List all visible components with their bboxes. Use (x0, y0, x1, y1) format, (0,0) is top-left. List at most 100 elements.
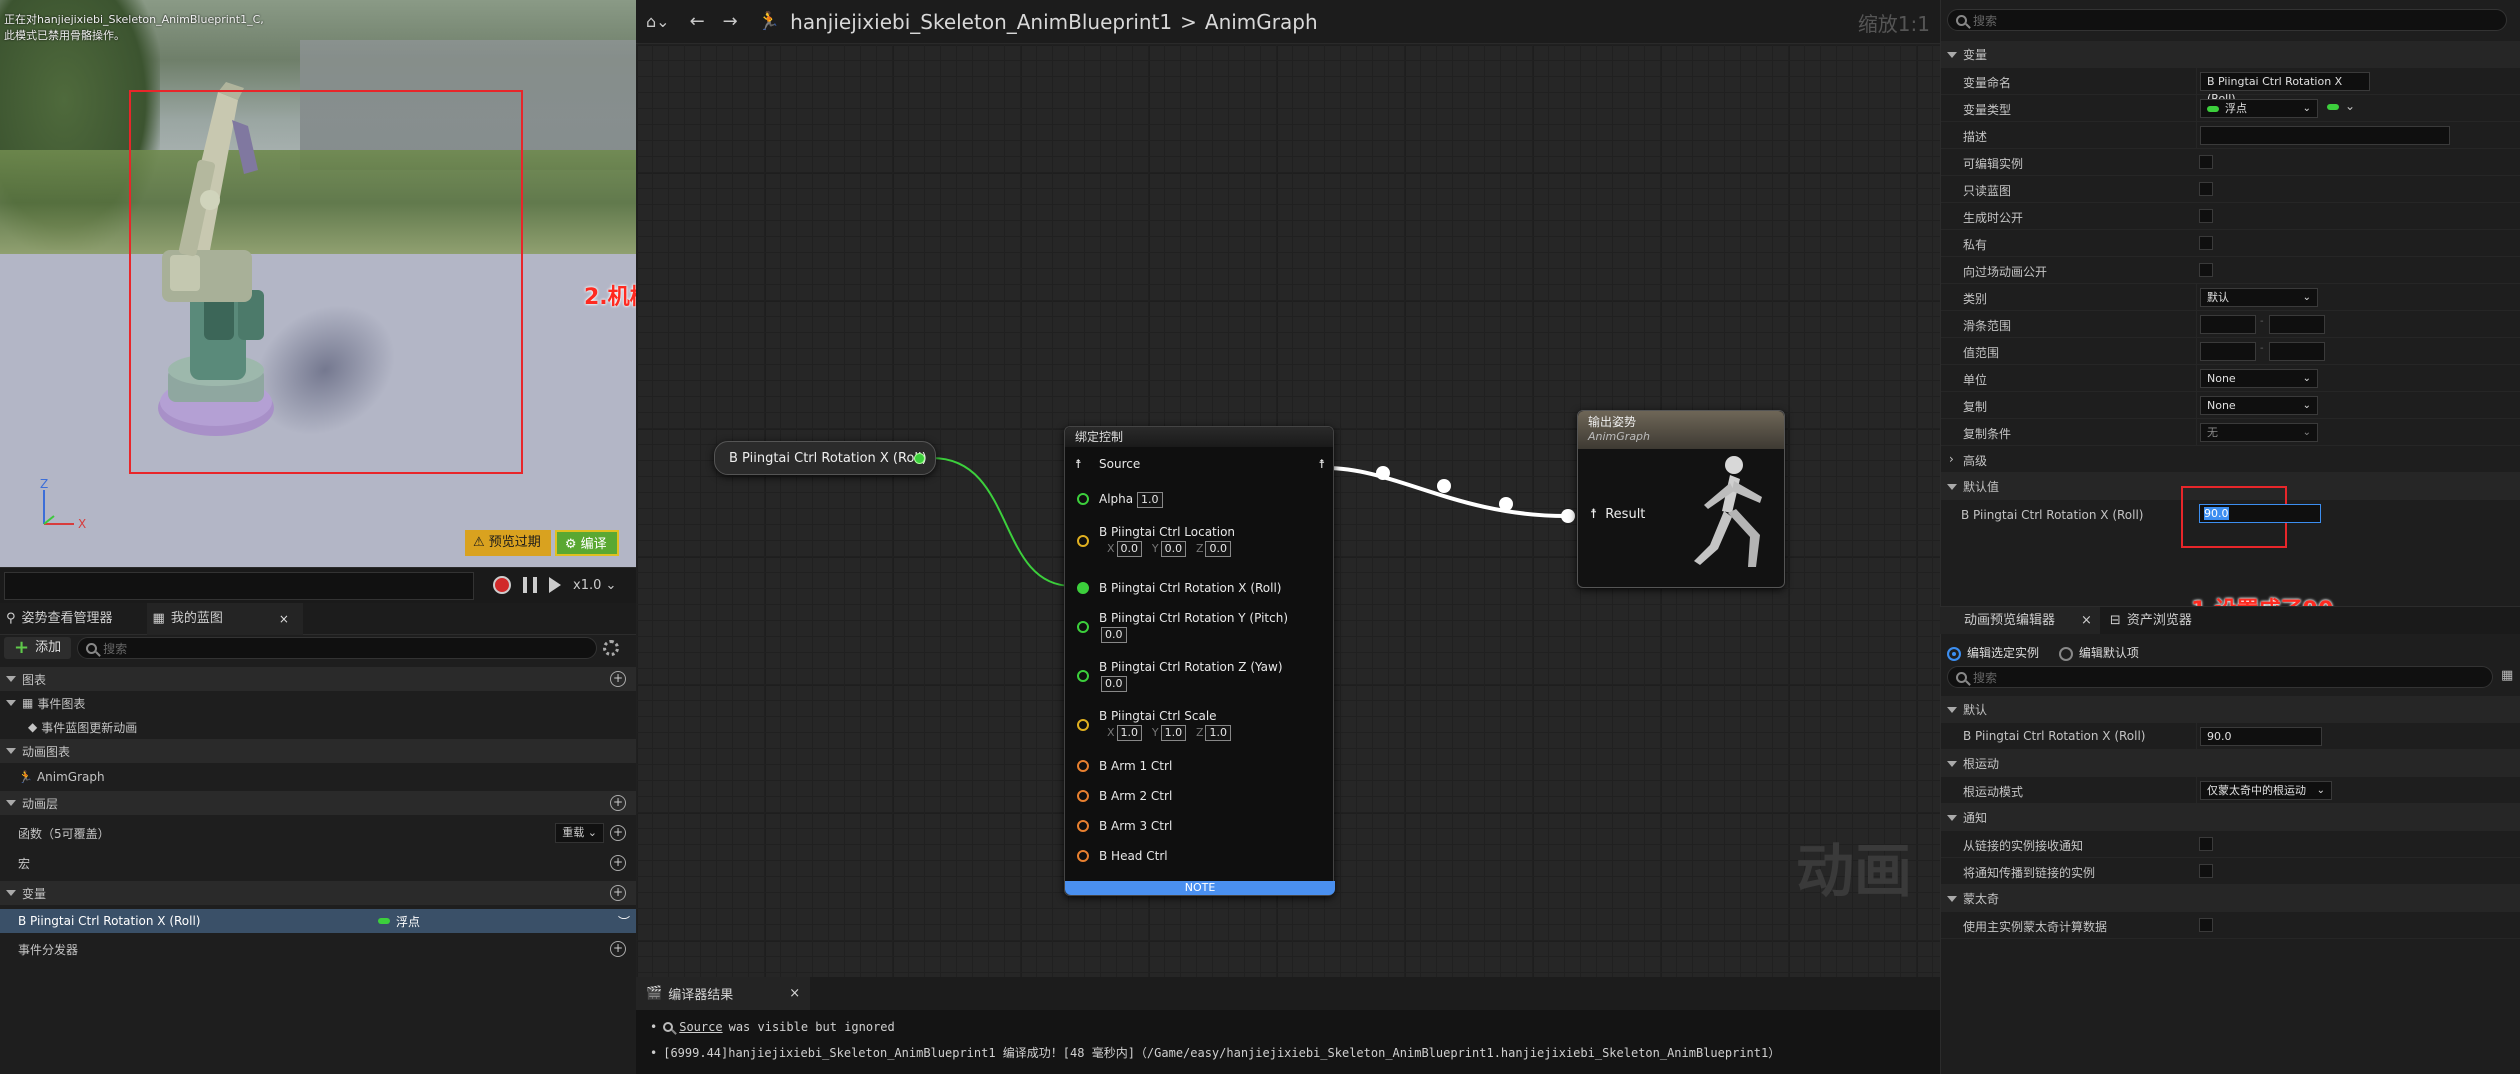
category-dropdown[interactable]: 默认 ⌄ (2200, 288, 2318, 307)
pose-output-icon[interactable]: ☨ (1318, 457, 1325, 471)
value-min-input[interactable] (2200, 342, 2256, 361)
alpha-pin[interactable] (1077, 493, 1089, 505)
compile-button[interactable]: ⚙ 编译 (554, 530, 619, 556)
rotation-z-pin[interactable] (1077, 670, 1089, 682)
history-icon[interactable]: ⌂⌄ (646, 12, 670, 31)
radio-edit-defaults[interactable]: 编辑默认项 (2058, 646, 2139, 661)
node-note-bar[interactable]: NOTE (1065, 881, 1335, 895)
output-pose-node[interactable]: 输出姿势 AnimGraph ☨ Result (1577, 410, 1785, 588)
scale-y-input[interactable]: 1.0 (1160, 725, 1187, 741)
default-value-input[interactable]: 90.0 (2199, 504, 2321, 523)
close-icon[interactable]: × (279, 603, 289, 635)
section-anim-layers[interactable]: 动画层 + (0, 791, 636, 815)
record-icon[interactable] (493, 576, 511, 594)
location-pin[interactable] (1077, 535, 1089, 547)
add-layer-icon[interactable]: + (610, 795, 626, 811)
variable-type-dropdown[interactable]: 浮点 ⌄ (2200, 99, 2318, 118)
override-dropdown[interactable]: 重载 ⌄ (555, 823, 604, 843)
wire-knot[interactable] (1561, 509, 1575, 523)
add-graph-icon[interactable]: + (610, 671, 626, 687)
step-forward-icon[interactable] (549, 577, 561, 593)
root-motion-mode-dropdown[interactable]: 仅蒙太奇中的根运动 ⌄ (2200, 781, 2332, 800)
section-graphs[interactable]: 图表 + (0, 667, 636, 691)
radio-edit-instance[interactable]: 编辑选定实例 (1947, 646, 2039, 661)
scale-x-input[interactable]: 1.0 (1116, 725, 1143, 741)
preview-viewport[interactable]: 正在对hanjiejixiebi_Skeleton_AnimBlueprint1… (0, 0, 636, 567)
add-dispatcher-icon[interactable]: + (610, 941, 626, 957)
variable-get-node[interactable]: B Piingtai Ctrl Rotation X (Roll) (714, 441, 936, 475)
variable-name-input[interactable]: B Piingtai Ctrl Rotation X (Roll) (2200, 72, 2370, 105)
section-notify[interactable]: 通知 (1941, 804, 2520, 831)
section-event-dispatchers[interactable]: 事件分发器 + (0, 937, 636, 961)
playback-speed[interactable]: x1.0 ⌄ (573, 578, 616, 593)
notify-propagate-checkbox[interactable] (2199, 864, 2213, 878)
section-anim-graphs[interactable]: 动画图表 (0, 739, 636, 763)
slider-max-input[interactable] (2269, 315, 2325, 334)
source-link[interactable]: Source (679, 1020, 722, 1034)
expose-cinematics-checkbox[interactable] (2199, 263, 2213, 277)
pause-icon[interactable] (523, 577, 537, 593)
variable-item[interactable]: B Piingtai Ctrl Rotation X (Roll) 浮点 ︶ (0, 909, 636, 933)
tree-item-event-graph[interactable]: ▦ 事件图表 (0, 691, 636, 715)
rotation-x-pin[interactable] (1077, 582, 1089, 594)
gear-icon[interactable] (603, 640, 620, 656)
wire-knot[interactable] (1437, 479, 1451, 493)
timeline-field[interactable] (4, 572, 474, 600)
rep-condition-dropdown[interactable]: 无 ⌄ (2200, 423, 2318, 442)
add-function-icon[interactable]: + (610, 825, 626, 841)
location-z-input[interactable]: 0.0 (1205, 541, 1231, 557)
value-max-input[interactable] (2269, 342, 2325, 361)
section-variable[interactable]: 变量 (1941, 41, 2520, 68)
scale-pin[interactable] (1077, 719, 1089, 731)
container-type-dropdown[interactable]: ⌄ (2327, 99, 2355, 113)
head-pin[interactable] (1077, 850, 1089, 862)
forward-arrow-icon[interactable]: → (723, 11, 738, 32)
arm1-pin[interactable] (1077, 760, 1089, 772)
units-dropdown[interactable]: None ⌄ (2200, 369, 2318, 388)
montage-main-checkbox[interactable] (2199, 918, 2213, 932)
rotation-y-input[interactable]: 0.0 (1101, 627, 1127, 643)
float-output-pin[interactable] (914, 453, 925, 464)
close-icon[interactable]: × (789, 986, 800, 1001)
section-variables[interactable]: 变量 + (0, 881, 636, 905)
result-pin-row[interactable]: ☨ Result (1590, 507, 1645, 522)
add-macro-icon[interactable]: + (610, 855, 626, 871)
section-functions[interactable]: 函数（5可覆盖） 重载 ⌄ + (0, 821, 636, 845)
instance-editable-checkbox[interactable] (2199, 155, 2213, 169)
details-search-input[interactable]: 搜索 (1947, 9, 2507, 31)
wire-knot[interactable] (1499, 497, 1513, 511)
wire-knot[interactable] (1376, 466, 1390, 480)
add-variable-icon[interactable]: + (610, 885, 626, 901)
location-y-input[interactable]: 0.0 (1160, 541, 1187, 557)
section-root-motion[interactable]: 根运动 (1941, 750, 2520, 777)
back-arrow-icon[interactable]: ← (690, 11, 705, 32)
breadcrumb-blueprint[interactable]: hanjiejixiebi_Skeleton_AnimBlueprint1 (790, 10, 1172, 34)
readonly-checkbox[interactable] (2199, 182, 2213, 196)
slider-min-input[interactable] (2200, 315, 2256, 334)
alpha-input[interactable]: 1.0 (1137, 492, 1163, 508)
section-macros[interactable]: 宏 + (0, 851, 636, 875)
notify-receive-checkbox[interactable] (2199, 837, 2213, 851)
replication-dropdown[interactable]: None ⌄ (2200, 396, 2318, 415)
tab-pose-watch[interactable]: ⚲ 姿势查看管理器 (0, 603, 127, 635)
rotation-z-input[interactable]: 0.0 (1101, 676, 1127, 692)
row-advanced[interactable]: › 高级 (1941, 446, 2520, 473)
control-rig-node[interactable]: 绑定控制 ☨ Source ☨ Alpha 1.0 B Piingtai Ctr… (1064, 426, 1335, 896)
close-icon[interactable]: × (2081, 607, 2092, 635)
preview-var-input[interactable]: 90.0 (2200, 727, 2322, 746)
add-button[interactable]: + 添加 (4, 637, 72, 659)
section-montage[interactable]: 蒙太奇 (1941, 885, 2520, 912)
arm3-pin[interactable] (1077, 820, 1089, 832)
expose-spawn-checkbox[interactable] (2199, 209, 2213, 223)
tree-item-event-update[interactable]: ◆ 事件蓝图更新动画 (0, 715, 636, 739)
breadcrumb-graph[interactable]: AnimGraph (1205, 10, 1318, 34)
tab-anim-preview-editor[interactable]: 动画预览编辑器 × (1940, 606, 2100, 635)
anim-graph-canvas[interactable]: B Piingtai Ctrl Rotation X (Roll) 绑定控制 ☨… (636, 44, 1940, 977)
tab-compiler-results[interactable]: 🎬 编译器结果 × (636, 977, 811, 1010)
my-blueprint-search-input[interactable]: 搜索 (77, 637, 598, 659)
scale-z-input[interactable]: 1.0 (1205, 725, 1231, 741)
tab-my-blueprint[interactable]: ▦ 我的蓝图 × (146, 602, 303, 635)
section-preview-default[interactable]: 默认 (1941, 696, 2520, 723)
tree-item-anim-graph[interactable]: 🏃 AnimGraph (0, 765, 636, 789)
preview-search-input[interactable]: 搜索 (1947, 666, 2493, 688)
